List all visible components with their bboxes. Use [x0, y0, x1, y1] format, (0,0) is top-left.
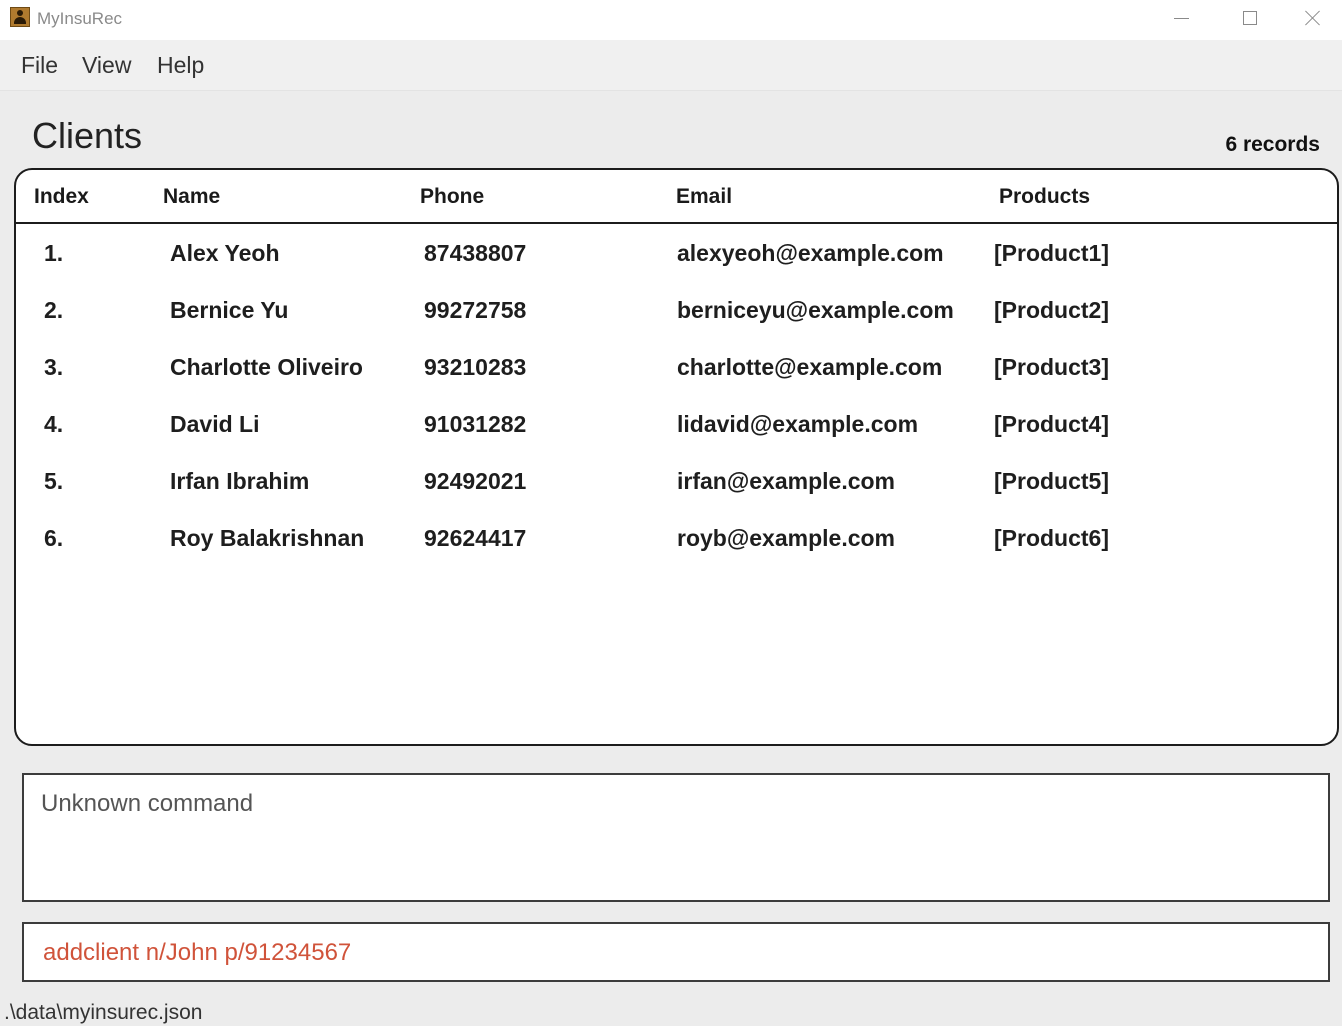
cell-phone: 93210283	[424, 354, 527, 380]
cell-products: [Product6]	[994, 525, 1109, 551]
cell-index: 1.	[44, 240, 64, 266]
status-bar-file-path: .\data\myinsurec.json	[4, 1001, 203, 1024]
cell-index: 3.	[44, 354, 64, 380]
cell-email: berniceyu@example.com	[677, 297, 954, 323]
table-row[interactable]: 2. Bernice Yu 99272758 berniceyu@example…	[16, 297, 1337, 354]
menu-help[interactable]: Help	[157, 52, 204, 79]
column-header-products[interactable]: Products	[999, 185, 1090, 209]
column-header-phone[interactable]: Phone	[420, 185, 484, 209]
result-message: Unknown command	[41, 790, 254, 817]
cell-phone: 92492021	[424, 468, 527, 494]
menu-file[interactable]: File	[21, 52, 58, 79]
title-bar: MyInsuRec	[0, 0, 1342, 40]
cell-name: Charlotte Oliveiro	[170, 354, 363, 380]
table-header: Index Name Phone Email Products	[16, 170, 1337, 224]
cell-phone: 87438807	[424, 240, 527, 266]
cell-index: 6.	[44, 525, 64, 551]
client-table: Index Name Phone Email Products 1. Alex …	[14, 168, 1339, 746]
column-header-index[interactable]: Index	[34, 185, 89, 209]
cell-index: 2.	[44, 297, 64, 323]
record-count: 6 records	[1225, 133, 1320, 156]
cell-email: charlotte@example.com	[677, 354, 943, 380]
column-header-email[interactable]: Email	[676, 185, 732, 209]
menu-bar: File View Help	[0, 40, 1342, 91]
contacts-book-icon	[10, 7, 30, 27]
cell-index: 4.	[44, 411, 64, 437]
window-title: MyInsuRec	[37, 9, 123, 28]
close-button[interactable]	[1284, 0, 1342, 36]
result-display[interactable]: Unknown command	[22, 773, 1330, 902]
cell-phone: 91031282	[424, 411, 527, 437]
cell-name: Bernice Yu	[170, 297, 289, 323]
cell-name: Irfan Ibrahim	[170, 468, 310, 494]
maximize-button[interactable]	[1216, 0, 1284, 36]
cell-name: Roy Balakrishnan	[170, 525, 365, 551]
cell-products: [Product1]	[994, 240, 1109, 266]
cell-email: alexyeoh@example.com	[677, 240, 944, 266]
table-row[interactable]: 1. Alex Yeoh 87438807 alexyeoh@example.c…	[16, 240, 1337, 297]
cell-products: [Product2]	[994, 297, 1109, 323]
cell-products: [Product5]	[994, 468, 1109, 494]
table-row[interactable]: 3. Charlotte Oliveiro 93210283 charlotte…	[16, 354, 1337, 411]
table-row[interactable]: 5. Irfan Ibrahim 92492021 irfan@example.…	[16, 468, 1337, 525]
cell-index: 5.	[44, 468, 64, 494]
cell-phone: 99272758	[424, 297, 527, 323]
cell-email: lidavid@example.com	[677, 411, 919, 437]
cell-name: Alex Yeoh	[170, 240, 280, 266]
cell-email: irfan@example.com	[677, 468, 896, 494]
page-title: Clients	[32, 115, 143, 156]
command-input[interactable]: addclient n/John p/91234567	[22, 922, 1330, 982]
cell-email: royb@example.com	[677, 525, 896, 551]
menu-view[interactable]: View	[82, 52, 131, 79]
column-header-name[interactable]: Name	[163, 185, 220, 209]
minimize-button[interactable]	[1148, 0, 1216, 36]
table-row[interactable]: 4. David Li 91031282 lidavid@example.com…	[16, 411, 1337, 468]
table-row[interactable]: 6. Roy Balakrishnan 92624417 royb@exampl…	[16, 525, 1337, 582]
cell-name: David Li	[170, 411, 260, 437]
cell-products: [Product3]	[994, 354, 1109, 380]
cell-products: [Product4]	[994, 411, 1109, 437]
command-input-value[interactable]: addclient n/John p/91234567	[43, 939, 351, 967]
cell-phone: 92624417	[424, 525, 527, 551]
